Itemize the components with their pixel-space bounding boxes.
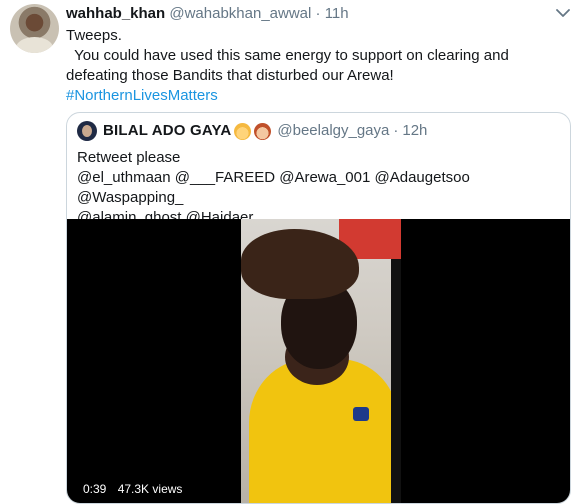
tweet-line: You could have used this same energy to … — [66, 47, 509, 64]
video-edge — [391, 259, 401, 503]
avatar-shirt — [16, 37, 53, 53]
tweet-line: defeating those Bandits that disturbed o… — [66, 67, 394, 84]
quoted-tweet[interactable]: BILAL ADO GAYA @beelalgy_gaya · 12h Retw… — [66, 112, 571, 504]
quoted-tweet-body: Retweet please @el_uthmaan @___FAREED @A… — [77, 148, 563, 228]
chevron-down-icon[interactable] — [556, 8, 570, 18]
author-name[interactable]: wahhab_khan — [66, 5, 165, 22]
video-meta: 0:39 47.3K views — [79, 480, 187, 498]
quoted-author-avatar[interactable] — [77, 121, 97, 141]
quoted-tweet-header: BILAL ADO GAYA @beelalgy_gaya · 12h — [77, 121, 427, 141]
separator-dot: · — [393, 122, 399, 139]
quoted-author-handle[interactable]: @beelalgy_gaya — [277, 121, 389, 141]
quoted-author-name[interactable]: BILAL ADO GAYA — [103, 121, 231, 141]
video-duration: 0:39 — [79, 480, 111, 498]
tweet-body: Tweeps. You could have used this same en… — [66, 26, 571, 106]
tweet-timestamp[interactable]: 11h — [325, 5, 349, 22]
tweet-line: Tweeps. — [66, 27, 122, 44]
separator-dot: · — [315, 5, 321, 22]
author-handle[interactable]: @wahabkhan_awwal — [169, 5, 311, 22]
shirt-badge — [353, 407, 369, 421]
hashtag-link[interactable]: #NorthernLivesMatters — [66, 86, 571, 106]
quoted-line: Retweet please — [77, 149, 181, 166]
video-views: 47.3K views — [113, 480, 187, 498]
mentions-line[interactable]: @el_uthmaan @___FAREED @Arewa_001 @Adaug… — [77, 168, 563, 208]
blond-person-emoji-icon — [234, 122, 252, 140]
video-frame — [241, 219, 401, 503]
author-avatar[interactable] — [10, 4, 59, 53]
tweet-header: wahhab_khan @wahabkhan_awwal · 11h — [66, 5, 349, 23]
red-hair-person-emoji-icon — [254, 122, 272, 140]
video-player[interactable]: 0:39 47.3K views — [67, 219, 570, 503]
quoted-timestamp[interactable]: 12h — [402, 121, 427, 141]
